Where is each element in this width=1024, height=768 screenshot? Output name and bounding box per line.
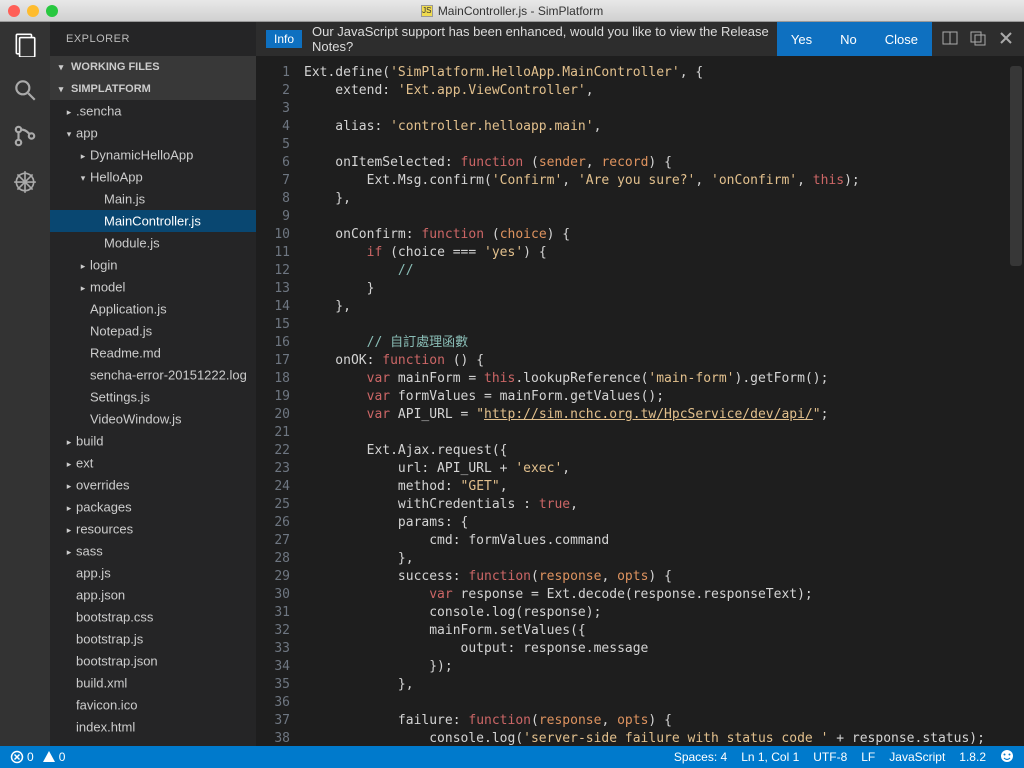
tree-item[interactable]: Readme.md: [50, 342, 256, 364]
code-content[interactable]: Ext.define('SimPlatform.HelloApp.MainCon…: [300, 56, 1024, 746]
file-type-icon: JS: [421, 5, 433, 17]
title-bar: JS MainController.js - SimPlatform: [0, 0, 1024, 22]
window-controls: [8, 5, 58, 17]
line-gutter: 1234567891011121314151617181920212223242…: [256, 56, 300, 746]
tree-item[interactable]: VideoWindow.js: [50, 408, 256, 430]
status-bar: 0 0 Spaces: 4 Ln 1, Col 1 UTF-8 LF JavaS…: [0, 746, 1024, 768]
vertical-scrollbar[interactable]: [1010, 66, 1022, 266]
tree-item[interactable]: ▸DynamicHelloApp: [50, 144, 256, 166]
minimize-window-button[interactable]: [27, 5, 39, 17]
indent-status[interactable]: Spaces: 4: [674, 750, 727, 764]
working-files-section[interactable]: ▾WORKING FILES: [50, 56, 256, 78]
sidebar-title: EXPLORER: [50, 22, 256, 56]
tree-item[interactable]: ▸ext: [50, 452, 256, 474]
tree-item[interactable]: bootstrap.css: [50, 606, 256, 628]
version-status[interactable]: 1.8.2: [959, 750, 986, 764]
cursor-position[interactable]: Ln 1, Col 1: [741, 750, 799, 764]
tree-item[interactable]: ▸login: [50, 254, 256, 276]
info-badge: Info: [266, 30, 302, 48]
tree-item[interactable]: app.json: [50, 584, 256, 606]
tree-item[interactable]: Settings.js: [50, 386, 256, 408]
tree-item[interactable]: ▸sass: [50, 540, 256, 562]
tree-item[interactable]: ▾HelloApp: [50, 166, 256, 188]
tree-item[interactable]: ▸packages: [50, 496, 256, 518]
close-notification-button[interactable]: Close: [871, 22, 932, 56]
close-window-button[interactable]: [8, 5, 20, 17]
tree-item[interactable]: build.xml: [50, 672, 256, 694]
tree-item[interactable]: Notepad.js: [50, 320, 256, 342]
eol-status[interactable]: LF: [861, 750, 875, 764]
errors-indicator[interactable]: 0: [10, 750, 34, 764]
tree-item[interactable]: ▸.sencha: [50, 100, 256, 122]
no-button[interactable]: No: [826, 22, 871, 56]
warnings-indicator[interactable]: 0: [42, 750, 66, 764]
activity-bar: [0, 22, 50, 746]
explorer-sidebar: EXPLORER ▾WORKING FILES ▾SIMPLATFORM ▸.s…: [50, 22, 256, 746]
split-editor-icon[interactable]: [942, 30, 958, 49]
tree-item[interactable]: ▸build: [50, 430, 256, 452]
git-icon[interactable]: [11, 122, 39, 150]
tree-item[interactable]: ▸resources: [50, 518, 256, 540]
yes-button[interactable]: Yes: [777, 22, 826, 56]
tree-item[interactable]: ▾app: [50, 122, 256, 144]
tree-item[interactable]: Main.js: [50, 188, 256, 210]
editor-area: Info Our JavaScript support has been enh…: [256, 22, 1024, 746]
explorer-icon[interactable]: [11, 30, 39, 58]
maximize-window-button[interactable]: [46, 5, 58, 17]
close-editor-icon[interactable]: [998, 30, 1014, 49]
tree-item[interactable]: Module.js: [50, 232, 256, 254]
notification-text: Our JavaScript support has been enhanced…: [312, 24, 777, 54]
tree-item[interactable]: favicon.ico: [50, 694, 256, 716]
feedback-icon[interactable]: [1000, 749, 1014, 766]
debug-icon[interactable]: [11, 168, 39, 196]
tree-item[interactable]: bootstrap.json: [50, 650, 256, 672]
search-icon[interactable]: [11, 76, 39, 104]
tree-item[interactable]: bootstrap.js: [50, 628, 256, 650]
encoding-status[interactable]: UTF-8: [813, 750, 847, 764]
tree-item[interactable]: index.html: [50, 716, 256, 738]
tree-item[interactable]: sencha-error-20151222.log: [50, 364, 256, 386]
code-editor[interactable]: 1234567891011121314151617181920212223242…: [256, 56, 1024, 746]
language-status[interactable]: JavaScript: [889, 750, 945, 764]
file-tree: ▸.sencha▾app▸DynamicHelloApp▾HelloAppMai…: [50, 100, 256, 738]
tree-item[interactable]: MainController.js: [50, 210, 256, 232]
tree-item[interactable]: ▸overrides: [50, 474, 256, 496]
open-changes-icon[interactable]: [970, 30, 986, 49]
project-section[interactable]: ▾SIMPLATFORM: [50, 78, 256, 100]
window-title: MainController.js - SimPlatform: [438, 4, 603, 18]
tree-item[interactable]: ▸model: [50, 276, 256, 298]
notification-bar: Info Our JavaScript support has been enh…: [256, 22, 1024, 56]
tree-item[interactable]: Application.js: [50, 298, 256, 320]
tree-item[interactable]: app.js: [50, 562, 256, 584]
